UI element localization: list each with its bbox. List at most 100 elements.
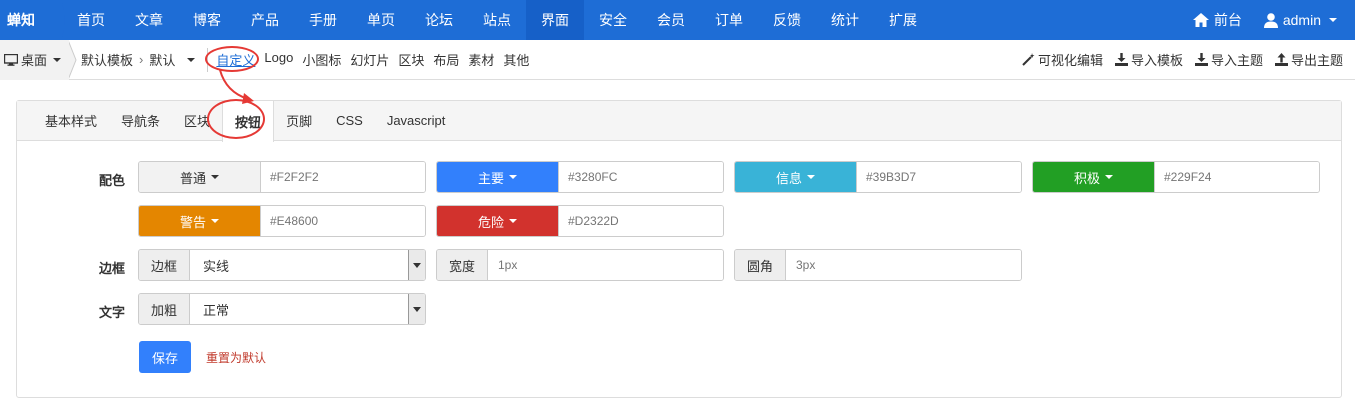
nav-item[interactable]: 站点 (468, 0, 526, 40)
tab[interactable]: 基本样式 (33, 101, 109, 141)
download-icon (1114, 53, 1128, 66)
sub-link[interactable]: 布局 (433, 50, 459, 69)
chevron-down-icon (211, 175, 219, 179)
brand-logo[interactable]: 蝉知 (0, 0, 65, 40)
color-hex-input[interactable] (856, 162, 1021, 192)
top-navbar: 蝉知 首页 文章 博客 产品 手册 单页 论坛 站点 界面 安全 会员 订单 反馈 统计 扩展 前台 adm… (0, 0, 1355, 40)
nav-item[interactable]: 文章 (120, 0, 178, 40)
font-weight-value: 正常 (203, 302, 230, 318)
font-weight-select[interactable]: 正常 (190, 294, 425, 324)
sub-link[interactable]: 其他 (503, 50, 529, 69)
color-hex-input[interactable] (260, 206, 425, 236)
sub-actions: 可视化编辑 导入模板 导入主题 导出主题 (1022, 50, 1355, 69)
sub-link[interactable]: 素材 (468, 50, 494, 69)
export-theme-label: 导出主题 (1290, 53, 1343, 68)
bold-addon: 加粗 (139, 294, 190, 324)
nav-item[interactable]: 会员 (642, 0, 700, 40)
color-label: 配色 (99, 173, 126, 188)
user-icon (1263, 12, 1278, 28)
color-hex-input[interactable] (558, 162, 723, 192)
color-input-group: 主要 (436, 161, 724, 193)
chevron-down-icon[interactable] (187, 57, 196, 62)
nav-item[interactable]: 手册 (294, 0, 352, 40)
reset-default-link[interactable]: 重置为默认 (206, 349, 266, 366)
border-width-group: 宽度 (436, 249, 724, 281)
sub-link[interactable]: Logo (264, 50, 293, 69)
color-input-group: 普通 (138, 161, 426, 193)
bold-group: 加粗 正常 (138, 293, 426, 325)
color-input-group: 积极 (1032, 161, 1320, 193)
chevron-down-icon (509, 175, 517, 179)
chevron-down-icon (53, 57, 62, 62)
nav-item[interactable]: 反馈 (758, 0, 816, 40)
nav-item[interactable]: 单页 (352, 0, 410, 40)
breadcrumb-arrow (68, 39, 77, 80)
color-input-group: 信息 (734, 161, 1022, 193)
desktop-dropdown[interactable]: 桌面 (0, 39, 70, 80)
color-hex-input[interactable] (260, 162, 425, 192)
color-hex-input[interactable] (558, 206, 723, 236)
tab[interactable]: Javascript (375, 101, 458, 141)
crumb-template[interactable]: 默认模板 (81, 50, 133, 69)
chevron-down-icon (509, 219, 517, 223)
breadcrumb: 默认模板 › 默认 (78, 50, 196, 69)
crumb-theme[interactable]: 默认 (149, 50, 175, 69)
color-input-group: 危险 (436, 205, 724, 237)
sub-link[interactable]: 幻灯片 (350, 50, 389, 69)
nav-item[interactable]: 界面 (526, 0, 584, 40)
chevron-down-icon (211, 219, 219, 223)
upload-icon (1274, 53, 1288, 66)
import-template-link[interactable]: 导入模板 (1114, 50, 1183, 69)
nav-item[interactable]: 统计 (816, 0, 874, 40)
border-radius-group: 圆角 (734, 249, 1022, 281)
visual-edit-link[interactable]: 可视化编辑 (1022, 50, 1103, 69)
border-radius-input[interactable] (786, 250, 1021, 280)
highlight-circle (207, 99, 265, 139)
desktop-label: 桌面 (21, 53, 48, 68)
user-menu[interactable]: admin (1263, 12, 1337, 28)
nav-item[interactable]: 安全 (584, 0, 642, 40)
nav-item[interactable]: 扩展 (874, 0, 932, 40)
magic-wand-icon (1022, 53, 1035, 66)
width-addon: 宽度 (437, 250, 488, 280)
sub-links: 自定义 Logo 小图标 幻灯片 区块 布局 素材 其他 (216, 50, 529, 69)
nav-right: 前台 admin (1192, 0, 1355, 40)
color-picker-button[interactable]: 积极 (1033, 162, 1154, 192)
tab[interactable]: CSS (324, 101, 375, 141)
frontend-link[interactable]: 前台 (1192, 10, 1242, 30)
sub-link[interactable]: 小图标 (302, 50, 341, 69)
border-style-select[interactable]: 实线 (190, 250, 425, 280)
chevron-down-icon (1329, 18, 1337, 22)
nav-item[interactable]: 首页 (62, 0, 120, 40)
import-theme-link[interactable]: 导入主题 (1194, 50, 1263, 69)
color-picker-button[interactable]: 警告 (139, 206, 260, 236)
nav-item[interactable]: 订单 (700, 0, 758, 40)
text-label: 文字 (99, 305, 126, 320)
nav-item[interactable]: 产品 (236, 0, 294, 40)
export-theme-link[interactable]: 导出主题 (1274, 50, 1343, 69)
nav-item[interactable]: 论坛 (410, 0, 468, 40)
nav-item[interactable]: 博客 (178, 0, 236, 40)
color-picker-button[interactable]: 普通 (139, 162, 260, 192)
home-icon (1192, 13, 1209, 27)
select-arrow-icon (408, 294, 425, 324)
color-name: 信息 (775, 170, 802, 186)
color-name: 主要 (477, 170, 504, 186)
user-name: admin (1282, 12, 1321, 28)
color-picker-button[interactable]: 信息 (735, 162, 856, 192)
color-name: 警告 (179, 214, 206, 230)
tab[interactable]: 页脚 (274, 101, 324, 141)
border-style-value: 实线 (203, 258, 230, 274)
color-hex-input[interactable] (1154, 162, 1319, 192)
sub-link[interactable]: 区块 (398, 50, 424, 69)
color-picker-button[interactable]: 危险 (437, 206, 558, 236)
save-button[interactable]: 保存 (139, 341, 191, 373)
border-label: 边框 (99, 261, 126, 276)
main-nav: 首页 文章 博客 产品 手册 单页 论坛 站点 界面 安全 会员 订单 反馈 统计 扩展 (62, 0, 932, 40)
color-picker-button[interactable]: 主要 (437, 162, 558, 192)
frontend-label: 前台 (1213, 12, 1242, 28)
download-icon (1194, 53, 1208, 66)
border-width-input[interactable] (488, 250, 723, 280)
border-style-group: 边框 实线 (138, 249, 426, 281)
tab[interactable]: 导航条 (109, 101, 172, 141)
